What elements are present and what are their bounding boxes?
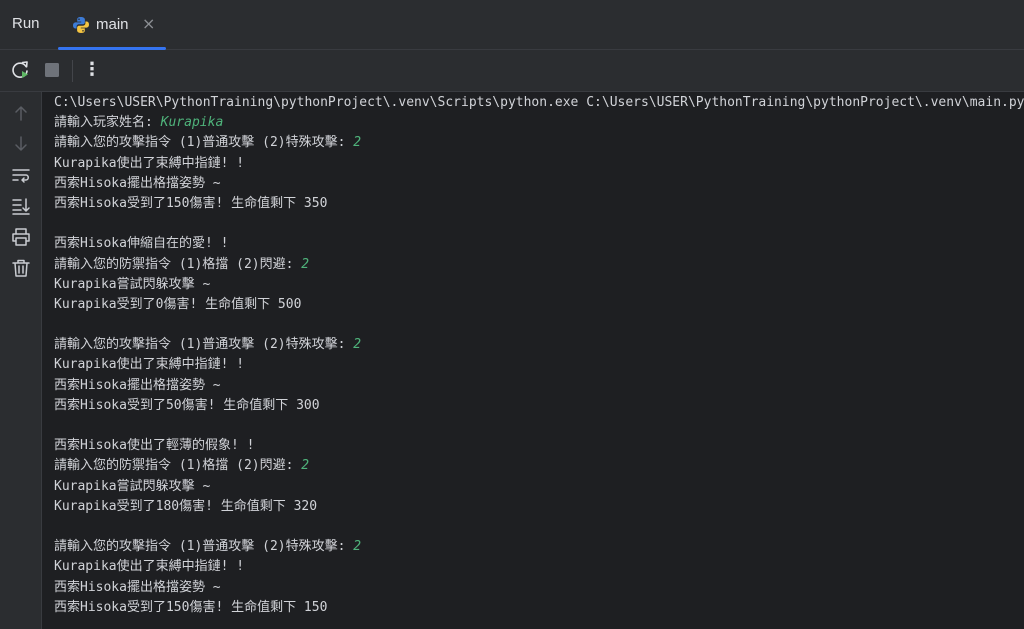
soft-wrap-icon[interactable] [10, 164, 32, 186]
console-line-text: Kurapika受到了180傷害! 生命值剩下 320 [54, 498, 318, 514]
user-input-echo: 2 [353, 337, 362, 353]
tab-label: main [96, 16, 129, 33]
console-line: 西索Hisoka使出了輕薄的假象! ! [54, 436, 1024, 456]
console-line: 請輸入您的防禦指令 (1)格擋 (2)閃避: 2 [54, 255, 1024, 275]
console-line-text: Kurapika使出了束縛中指鏈! ! [54, 357, 245, 373]
console-line-text: 請輸入您的防禦指令 (1)格擋 (2)閃避: [54, 458, 302, 474]
user-input-echo: Kurapika [160, 115, 224, 131]
console-line: Kurapika受到了0傷害! 生命值剩下 500 [54, 295, 1024, 315]
console-line: C:\Users\USER\PythonTraining\pythonProje… [54, 93, 1024, 113]
console-line: 西索Hisoka擺出格擋姿勢 ~ [54, 174, 1024, 194]
scroll-to-end-icon[interactable] [10, 195, 32, 217]
user-input-echo: 2 [301, 256, 310, 272]
user-input-echo: 2 [353, 539, 362, 555]
console-line: Kurapika使出了束縛中指鏈! ! [54, 355, 1024, 375]
console-line: 西索Hisoka伸縮自在的愛! ! [54, 234, 1024, 254]
console-line: 請輸入您的攻擊指令 (1)普通攻擊 (2)特殊攻擊: 2 [54, 537, 1024, 557]
more-vertical-icon[interactable]: ⋮ [82, 59, 102, 83]
console-line: 請輸入玩家姓名: Kurapika [54, 113, 1024, 133]
close-icon[interactable]: × [142, 14, 155, 33]
console-line: Kurapika使出了束縛中指鏈! ! [54, 557, 1024, 577]
console-line-text: 西索Hisoka伸縮自在的愛! ! [54, 236, 229, 252]
console-line-text: 西索Hisoka擺出格擋姿勢 ~ [54, 175, 221, 191]
rerun-icon[interactable] [8, 58, 32, 82]
tab-main[interactable]: main × [58, 0, 166, 50]
run-toolbar: ⋮ [0, 50, 1024, 92]
trash-icon[interactable] [10, 257, 32, 279]
console-line: Kurapika使出了束縛中指鏈! ! [54, 154, 1024, 174]
console-line-text: Kurapika使出了束縛中指鏈! ! [54, 155, 245, 171]
console-line-text: 請輸入您的防禦指令 (1)格擋 (2)閃避: [54, 256, 302, 272]
run-title: Run [12, 15, 40, 32]
console-line-text: Kurapika嘗試閃躲攻擊 ~ [54, 478, 211, 494]
console-line-text: 西索Hisoka受到了50傷害! 生命值剩下 300 [54, 397, 320, 413]
console-line-text: Kurapika使出了束縛中指鏈! ! [54, 559, 245, 575]
console-line-text: 請輸入您的攻擊指令 (1)普通攻擊 (2)特殊攻擊: [54, 539, 354, 555]
python-icon [73, 17, 89, 33]
console-sidebar [0, 92, 42, 629]
console-line-text: 請輸入您的攻擊指令 (1)普通攻擊 (2)特殊攻擊: [54, 337, 354, 353]
console-line-text: Kurapika受到了0傷害! 生命值剩下 500 [54, 296, 302, 312]
console-line: Kurapika受到了180傷害! 生命值剩下 320 [54, 497, 1024, 517]
console-line-text: 西索Hisoka擺出格擋姿勢 ~ [54, 377, 221, 393]
console-line-text: 請輸入您的攻擊指令 (1)普通攻擊 (2)特殊攻擊: [54, 135, 354, 151]
console-line: 請輸入您的攻擊指令 (1)普通攻擊 (2)特殊攻擊: 2 [54, 133, 1024, 153]
console-lines: C:\Users\USER\PythonTraining\pythonProje… [54, 93, 1024, 618]
user-input-echo: 2 [353, 135, 362, 151]
console-output[interactable]: C:\Users\USER\PythonTraining\pythonProje… [42, 92, 1024, 629]
stop-icon[interactable] [40, 58, 64, 82]
user-input-echo: 2 [301, 458, 310, 474]
console-line-text: 西索Hisoka擺出格擋姿勢 ~ [54, 579, 221, 595]
console-line: 請輸入您的攻擊指令 (1)普通攻擊 (2)特殊攻擊: 2 [54, 335, 1024, 355]
console-line-text: 請輸入玩家姓名: [54, 115, 161, 131]
console-line: 西索Hisoka受到了150傷害! 生命值剩下 350 [54, 194, 1024, 214]
arrow-down-icon[interactable] [10, 133, 32, 155]
console-line: 請輸入您的防禦指令 (1)格擋 (2)閃避: 2 [54, 456, 1024, 476]
run-tool-window: Run main × ⋮ C:\Users\USER\PythonTrainin… [0, 0, 1024, 629]
console-line: Kurapika嘗試閃躲攻擊 ~ [54, 275, 1024, 295]
toolbar-separator [72, 60, 73, 82]
console-line-text: 西索Hisoka使出了輕薄的假象! ! [54, 438, 255, 454]
console-line: Kurapika嘗試閃躲攻擊 ~ [54, 477, 1024, 497]
print-icon[interactable] [10, 226, 32, 248]
console-line: 西索Hisoka受到了50傷害! 生命值剩下 300 [54, 396, 1024, 416]
console-line: 西索Hisoka擺出格擋姿勢 ~ [54, 376, 1024, 396]
run-tabbar: Run main × [0, 0, 1024, 50]
console-line-text: C:\Users\USER\PythonTraining\pythonProje… [54, 95, 1024, 110]
arrow-up-icon[interactable] [10, 102, 32, 124]
console-line-text: 西索Hisoka受到了150傷害! 生命值剩下 350 [54, 195, 328, 211]
console-line-text: 西索Hisoka受到了150傷害! 生命值剩下 150 [54, 599, 328, 615]
console-line: 西索Hisoka受到了150傷害! 生命值剩下 150 [54, 598, 1024, 618]
console-line: 西索Hisoka擺出格擋姿勢 ~ [54, 578, 1024, 598]
console-line-text: Kurapika嘗試閃躲攻擊 ~ [54, 276, 211, 292]
